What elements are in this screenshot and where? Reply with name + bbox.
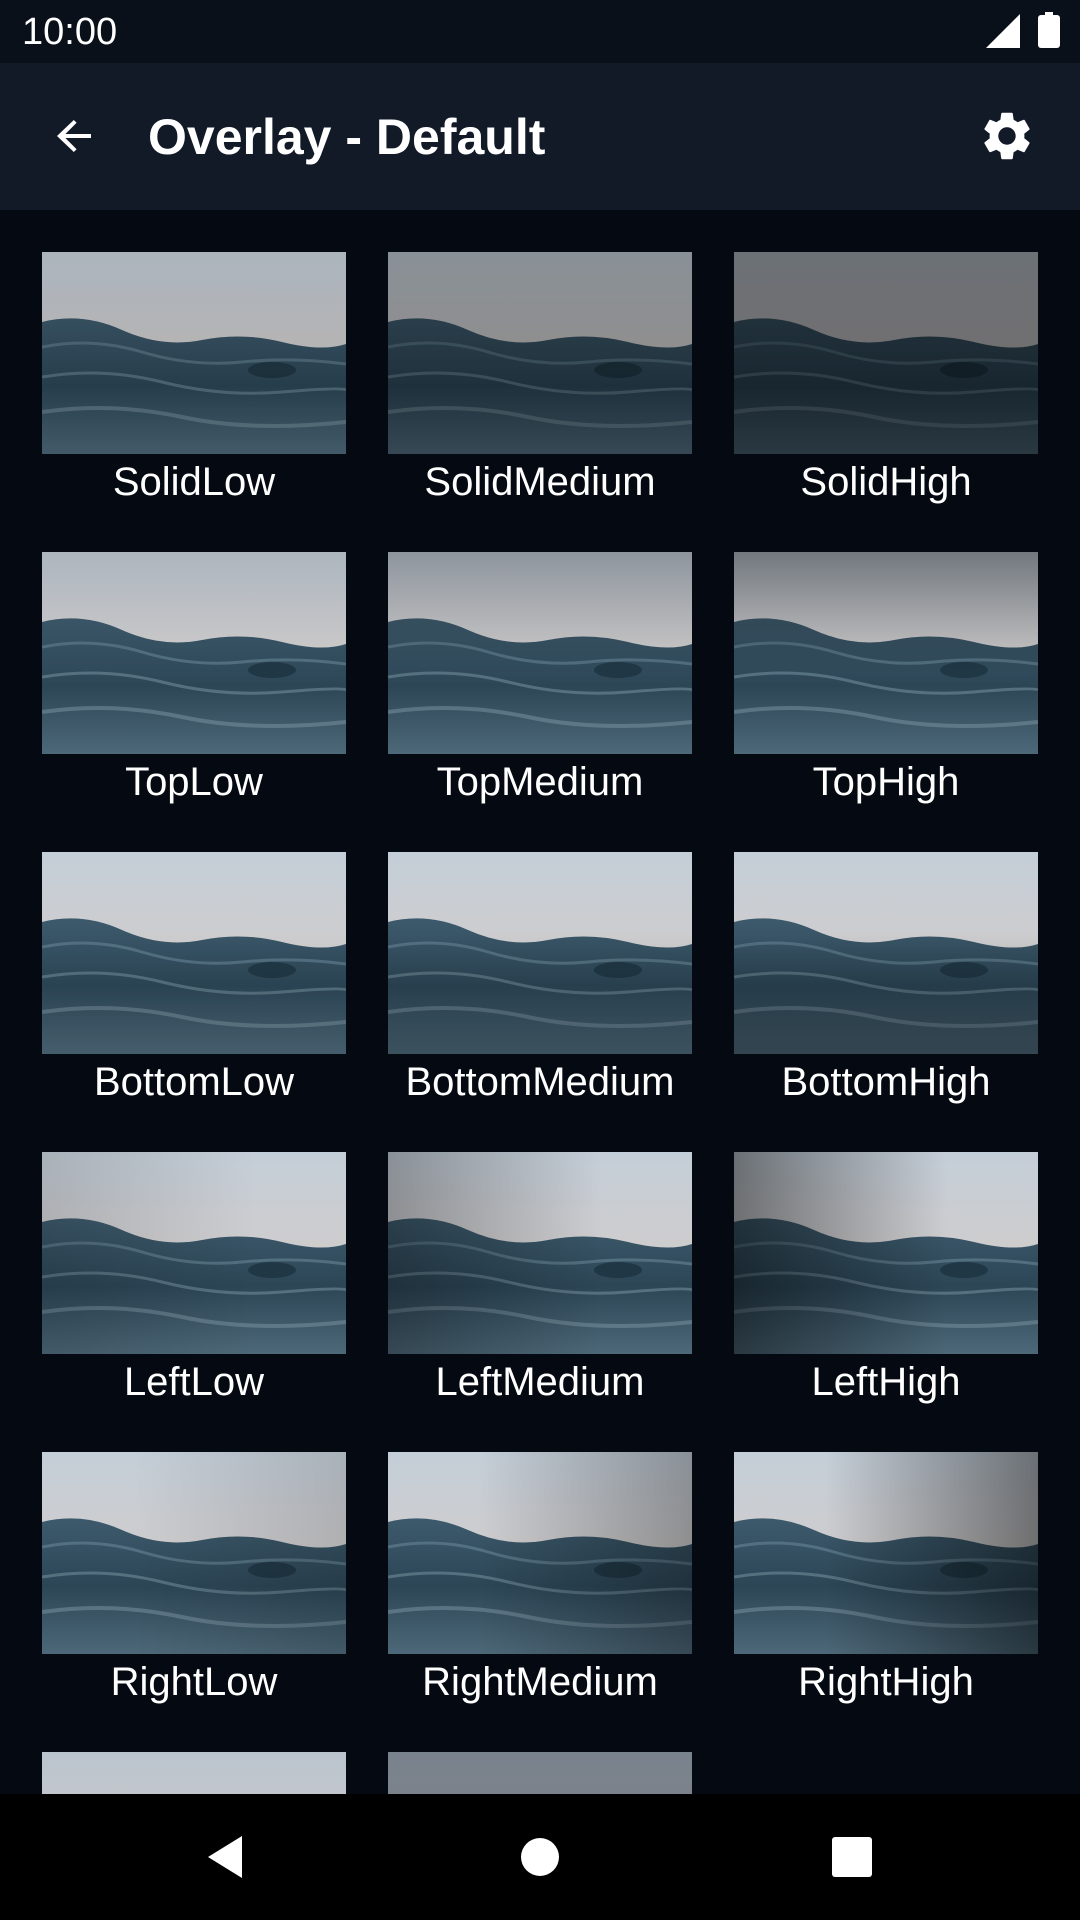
image-overlay xyxy=(42,1752,346,1794)
overlay-card-label: BottomLow xyxy=(93,1060,295,1104)
overlay-card-label: RightHigh xyxy=(798,1660,974,1704)
overlay-card[interactable]: TopHigh xyxy=(734,510,1038,804)
overlay-card[interactable]: RightHigh xyxy=(734,1410,1038,1704)
overlay-card-label: LeftMedium xyxy=(435,1360,645,1404)
circle-home-icon[interactable] xyxy=(515,1832,565,1882)
sea-image xyxy=(42,552,346,754)
overlay-card-label: TopLow xyxy=(125,760,263,804)
sea-image xyxy=(42,852,346,1054)
image-overlay xyxy=(42,1152,346,1354)
signal-icon xyxy=(986,14,1020,48)
overlay-card-label: TopMedium xyxy=(436,760,644,804)
status-time: 10:00 xyxy=(22,11,118,53)
image-overlay xyxy=(388,1152,692,1354)
overlay-card-label: SolidLow xyxy=(112,460,276,504)
overlay-card[interactable]: TopMedium xyxy=(388,510,692,804)
gear-icon xyxy=(984,112,1030,160)
back-button[interactable] xyxy=(32,93,118,179)
image-overlay xyxy=(388,252,692,454)
overlay-card[interactable]: LeftHigh xyxy=(734,1110,1038,1404)
status-bar: 10:00 xyxy=(0,0,1080,63)
sea-image xyxy=(388,252,692,454)
image-overlay xyxy=(388,1752,692,1794)
overlay-card[interactable]: BottomLow xyxy=(42,810,346,1104)
screen: 10:00 Overlay - Default SolidLow SolidMed… xyxy=(0,0,1080,1920)
sea-image xyxy=(42,1152,346,1354)
overlay-card-label: BottomMedium xyxy=(405,1060,675,1104)
overlay-card[interactable]: TopLow xyxy=(42,510,346,804)
image-overlay xyxy=(42,1452,346,1654)
image-overlay xyxy=(42,852,346,1054)
sea-image xyxy=(42,252,346,454)
overlay-card-label: SolidHigh xyxy=(800,460,972,504)
triangle-back-icon[interactable] xyxy=(202,1832,252,1882)
image-overlay xyxy=(388,1452,692,1654)
page-title: Overlay - Default xyxy=(148,109,546,165)
square-recents-icon[interactable] xyxy=(827,1832,877,1882)
sea-image xyxy=(734,1452,1038,1654)
overlay-card-label: LeftHigh xyxy=(811,1360,961,1404)
app-bar: Overlay - Default xyxy=(0,63,1080,210)
sea-image xyxy=(42,1452,346,1654)
image-overlay xyxy=(734,552,1038,754)
overlay-card[interactable] xyxy=(42,1710,346,1794)
image-overlay xyxy=(388,552,692,754)
image-overlay xyxy=(42,552,346,754)
battery-icon xyxy=(1038,12,1060,48)
settings-button[interactable] xyxy=(964,93,1050,179)
image-overlay xyxy=(734,252,1038,454)
image-overlay xyxy=(734,1152,1038,1354)
overlay-card-label: LeftLow xyxy=(123,1360,265,1404)
overlay-card-label: RightLow xyxy=(110,1660,278,1704)
overlay-card-label: SolidMedium xyxy=(424,460,656,504)
sea-image xyxy=(388,852,692,1054)
image-overlay xyxy=(734,1452,1038,1654)
overlay-card[interactable]: LeftLow xyxy=(42,1110,346,1404)
sea-image xyxy=(734,1152,1038,1354)
sea-image xyxy=(734,252,1038,454)
sea-image xyxy=(388,1752,692,1794)
navigation-bar xyxy=(0,1794,1080,1920)
image-overlay xyxy=(734,852,1038,1054)
sea-image xyxy=(42,1752,346,1794)
overlay-card[interactable] xyxy=(388,1710,692,1794)
overlay-card[interactable]: SolidHigh xyxy=(734,210,1038,504)
overlay-card[interactable]: BottomHigh xyxy=(734,810,1038,1104)
arrow-back-icon xyxy=(57,120,91,152)
overlay-grid: SolidLow SolidMedium SolidHigh TopLow TopMed… xyxy=(0,210,1080,1794)
overlay-card-label: RightMedium xyxy=(422,1660,658,1704)
sea-image xyxy=(388,1452,692,1654)
overlay-card[interactable]: BottomMedium xyxy=(388,810,692,1104)
overlay-card[interactable]: LeftMedium xyxy=(388,1110,692,1404)
overlay-card-label: BottomHigh xyxy=(781,1060,991,1104)
overlay-card[interactable]: RightLow xyxy=(42,1410,346,1704)
image-overlay xyxy=(388,852,692,1054)
sea-image xyxy=(388,552,692,754)
sea-image xyxy=(388,1152,692,1354)
overlay-card[interactable]: SolidLow xyxy=(42,210,346,504)
overlay-card[interactable]: SolidMedium xyxy=(388,210,692,504)
overlay-card[interactable]: RightMedium xyxy=(388,1410,692,1704)
image-overlay xyxy=(42,252,346,454)
overlay-card-label: TopHigh xyxy=(812,760,960,804)
sea-image xyxy=(734,552,1038,754)
sea-image xyxy=(734,852,1038,1054)
